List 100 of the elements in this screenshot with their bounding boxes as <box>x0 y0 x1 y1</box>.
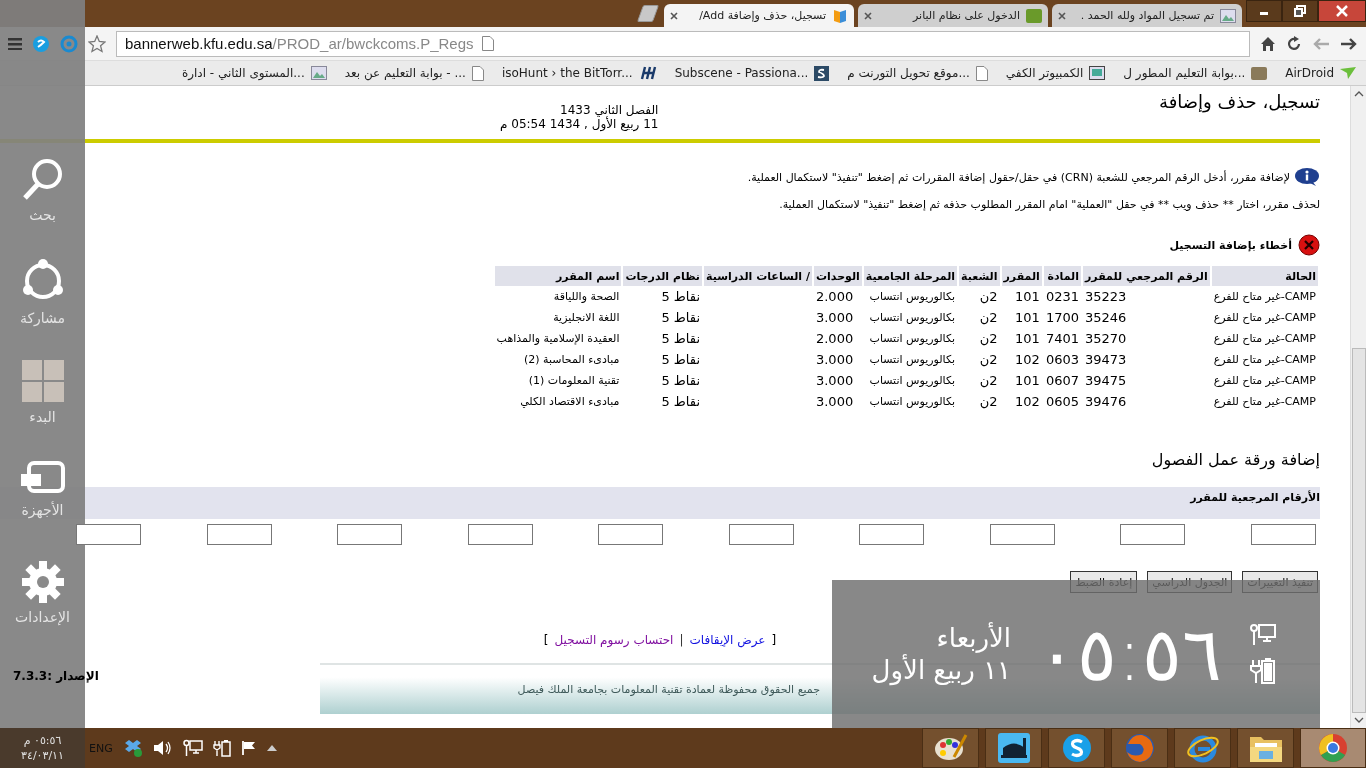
table-cell: 2ن <box>979 373 998 388</box>
site-icon <box>814 65 830 81</box>
link-separator: | <box>679 633 684 647</box>
speaker-icon[interactable] <box>152 740 173 756</box>
devices-icon <box>18 460 67 496</box>
book-icon <box>832 7 848 24</box>
crn-input-field[interactable] <box>337 524 403 545</box>
table-cell: 35246 <box>1085 310 1127 325</box>
address-bar[interactable]: bannerweb.kfu.edu.sa/PROD_ar/bwckcoms.P_Regs <box>116 30 1250 57</box>
taskbar-app[interactable] <box>922 728 979 768</box>
scroll-up-icon[interactable] <box>1353 90 1364 98</box>
close-icon[interactable] <box>864 11 872 20</box>
crn-input-field[interactable] <box>76 524 142 545</box>
error-icon <box>1298 234 1320 256</box>
column-header: الرقم المرجعي للمقرر <box>1083 266 1210 286</box>
table-cell: CAMP-غير متاح للفرع <box>1213 353 1316 366</box>
maximize-button[interactable] <box>1282 0 1318 22</box>
column-header: الشعبة <box>959 266 1000 286</box>
table-cell: نقاط 5 <box>661 310 700 325</box>
crn-input-field[interactable] <box>989 524 1055 545</box>
table-cell: بكالوريوس انتساب <box>869 311 956 324</box>
table-cell: تقنية المعلومات (1) <box>528 374 620 387</box>
crn-input-field[interactable] <box>1120 524 1186 545</box>
table-cell: 39475 <box>1085 373 1127 388</box>
bookmark[interactable]: بوابة التعليم المطور ل... <box>1123 66 1268 80</box>
bookmark[interactable]: المستوى الثاني - ادارة... <box>181 66 327 80</box>
menu-icon[interactable] <box>8 37 22 50</box>
bookmark[interactable]: بوابة التعليم عن بعد - ... <box>344 65 484 81</box>
bookmark[interactable]: Subscene - Passiona... <box>674 65 830 81</box>
page-title: تسجيل، حذف وإضافة <box>1159 91 1320 115</box>
weekday: الأربعاء <box>936 621 1012 654</box>
table-cell: 102 <box>1015 352 1040 367</box>
link[interactable]: احتساب رسوم التسجيل <box>554 633 674 647</box>
bookmark[interactable]: الكمبيوتر الكفي <box>1005 66 1106 80</box>
taskbar-app[interactable] <box>985 728 1042 768</box>
clock-time: ٠٥:٥٦ <box>1037 617 1222 691</box>
close-icon[interactable] <box>1058 11 1066 20</box>
close-icon[interactable] <box>670 11 678 20</box>
crn-input-field[interactable] <box>467 524 533 545</box>
table-cell: 2.000 <box>815 289 854 304</box>
close-button[interactable] <box>1318 0 1366 22</box>
caret-icon[interactable] <box>266 744 277 752</box>
info-text: لحذف مقرر، اختار ** حذف ويب ** في حقل "العملية" امام المقرر المطلوب حذفه ثم إضغط "تنفيذ" لاستكمال العملية. <box>779 197 1320 211</box>
table-cell: CAMP-غير متاح للفرع <box>1213 374 1316 387</box>
browser-tab[interactable]: تسجيل، حذف وإضافة Add/ <box>664 4 854 27</box>
table-cell: اللغة الانجليزية <box>553 311 620 324</box>
bookmark[interactable]: موقع تحويل التورنت م... <box>847 65 988 81</box>
crn-input-field[interactable] <box>598 524 664 545</box>
crn-input-field[interactable] <box>206 524 272 545</box>
network-icon <box>1250 623 1276 647</box>
browser-tab[interactable]: تم تسجيل المواد ولله الحمد . <box>1052 4 1242 27</box>
crn-label: الأرقام المرجعية للمقرر <box>1190 491 1320 504</box>
flag-icon[interactable] <box>240 740 257 756</box>
table-cell: الصحة واللياقة <box>553 290 620 303</box>
taskbar-app[interactable] <box>1237 728 1294 768</box>
star-icon[interactable] <box>88 34 106 53</box>
column-header: المادة <box>1043 266 1081 286</box>
crn-input-field[interactable] <box>728 524 794 545</box>
minimize-button[interactable] <box>1246 0 1282 22</box>
home-icon[interactable] <box>1260 35 1276 52</box>
bookmark[interactable]: isoHunt › the BitTorr... <box>501 66 657 80</box>
table-cell: 102 <box>1015 394 1040 409</box>
link[interactable]: عرض الإيقافات <box>689 633 766 647</box>
bookmark[interactable]: AirDroid <box>1285 66 1356 80</box>
crn-input-field[interactable] <box>859 524 925 545</box>
windows-icon <box>20 359 65 403</box>
scrollbar[interactable] <box>1350 86 1366 728</box>
taskbar-app[interactable] <box>1048 728 1105 768</box>
taskbar-app[interactable] <box>1174 728 1231 768</box>
table-cell: CAMP-غير متاح للفرع <box>1213 311 1316 324</box>
table-cell: 2ن <box>979 331 998 346</box>
maximize-icon <box>1294 5 1306 17</box>
battery-icon[interactable] <box>212 739 231 757</box>
table-cell: 0231 <box>1045 289 1079 304</box>
table-cell: نقاط 5 <box>661 394 700 409</box>
table-cell: 101 <box>1015 331 1040 346</box>
new-tab-button[interactable] <box>636 5 660 22</box>
site-icon <box>1251 66 1268 80</box>
forward-arrow-icon[interactable] <box>1340 36 1358 51</box>
table-cell: العقيدة الإسلامية والمذاهب <box>496 332 620 345</box>
table-cell: 39476 <box>1085 394 1127 409</box>
page-icon <box>975 65 988 81</box>
table-cell: 0603 <box>1045 352 1079 367</box>
network-icon[interactable] <box>182 739 203 757</box>
table-cell: CAMP-غير متاح للفرع <box>1213 332 1316 345</box>
table-cell: 101 <box>1015 289 1040 304</box>
table-cell: 7401 <box>1045 331 1079 346</box>
browser-tab[interactable]: الدخول على نظام البانر <box>858 4 1048 27</box>
table-cell: 101 <box>1015 373 1040 388</box>
image-icon <box>310 66 327 80</box>
table-cell: بكالوريوس انتساب <box>869 353 956 366</box>
crn-input-field[interactable] <box>1251 524 1316 545</box>
table-cell: 0605 <box>1045 394 1079 409</box>
scroll-down-icon[interactable] <box>1353 716 1364 724</box>
info-text: لإضافة مقرر، أدخل الرقم المرجعي للشعبة (CRN) في حقل/حقول إضافة المقررات ثم إضغط "تنفيذ" لاستكمال العملية. <box>747 170 1290 184</box>
section-title: إضافة ورقة عمل الفصول <box>1150 450 1320 469</box>
bracket: ] <box>543 633 549 647</box>
taskbar-app[interactable] <box>1300 728 1366 768</box>
table-cell: مبادىء المحاسبة (2) <box>523 353 620 366</box>
reload-icon[interactable] <box>1286 35 1302 52</box>
